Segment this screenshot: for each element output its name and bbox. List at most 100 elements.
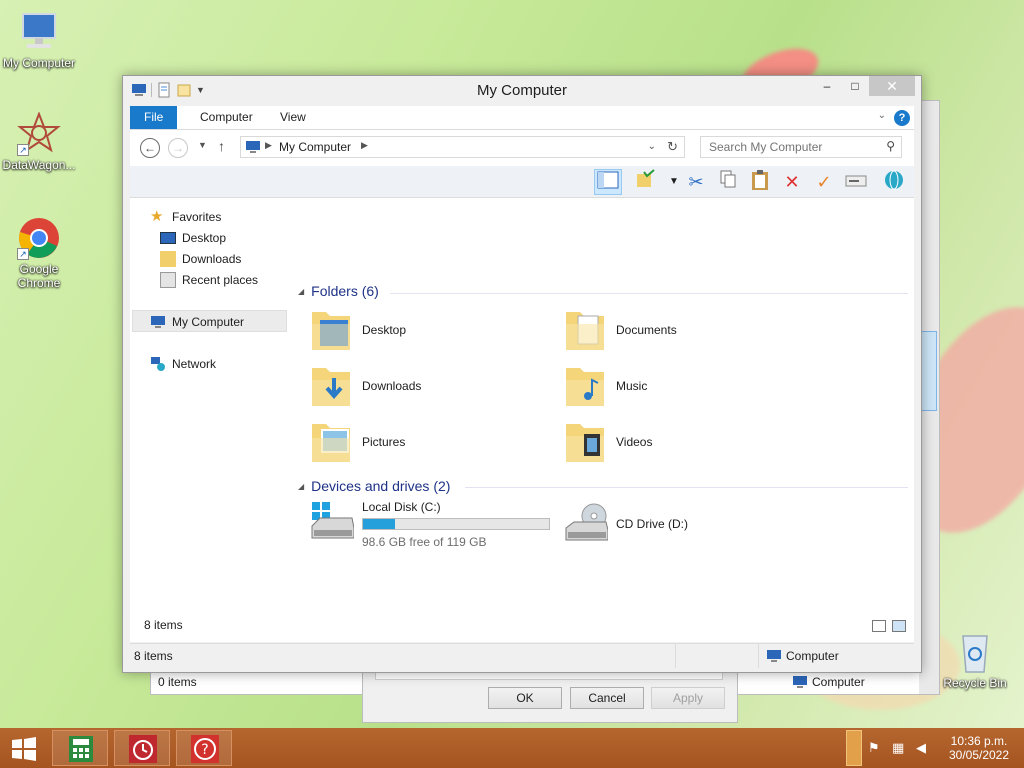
background-items-count: 0 items: [158, 675, 197, 689]
computer-icon: [151, 316, 165, 328]
preview-pane-icon[interactable]: [594, 169, 622, 195]
help-icon[interactable]: ?: [894, 110, 910, 126]
status-bar: 8 items Computer: [130, 643, 914, 668]
search-input[interactable]: [701, 137, 871, 157]
refresh-icon[interactable]: ↻: [667, 139, 678, 155]
view-toggle: [872, 620, 906, 632]
drives-group-header[interactable]: ◢ Devices and drives (2): [298, 478, 450, 494]
paste-icon[interactable]: [746, 169, 774, 195]
network-icon: [151, 357, 165, 371]
star-icon: ★: [150, 208, 164, 225]
minimize-button[interactable]: –: [813, 76, 841, 96]
alarm-clock-icon: [129, 735, 157, 763]
desktop-icon-datawagon[interactable]: ↗ DataWagon...: [0, 111, 79, 172]
nav-item-downloads[interactable]: Downloads: [160, 249, 241, 269]
close-button[interactable]: ✕: [869, 76, 915, 96]
forward-button[interactable]: →: [168, 138, 188, 158]
folder-downloads[interactable]: Downloads: [310, 360, 560, 410]
taskbar-app-alarms[interactable]: [114, 730, 170, 766]
local-disk-icon: [311, 502, 354, 539]
show-hidden-icons-button[interactable]: [846, 730, 862, 766]
navigation-bar: ← → ▼ ↑ ▶ My Computer ▶ ⌄ ↻ ⚲: [130, 130, 914, 166]
folder-music[interactable]: Music: [564, 360, 814, 410]
start-button[interactable]: [10, 736, 38, 762]
background-selection: [921, 331, 937, 411]
volume-muted-icon[interactable]: ◀: [916, 740, 932, 756]
desktop-icon-my-computer[interactable]: My Computer: [0, 10, 79, 70]
folder-documents[interactable]: Documents: [564, 304, 814, 354]
drive-local-disk-c[interactable]: Local Disk (C:) 98.6 GB free of 119 GB: [310, 498, 560, 549]
breadcrumb-chevron-icon[interactable]: ▶: [265, 140, 272, 151]
background-dialog[interactable]: OK Cancel Apply: [362, 665, 738, 723]
apply-button[interactable]: Apply: [651, 687, 725, 709]
folder-videos[interactable]: Videos: [564, 416, 814, 466]
taskbar-clock[interactable]: 10:36 p.m. 30/05/2022: [944, 734, 1014, 762]
collapse-triangle-icon[interactable]: ◢: [298, 287, 304, 296]
datawagon-icon: ↗: [17, 111, 61, 156]
taskbar-app-calculator[interactable]: [52, 730, 108, 766]
up-button[interactable]: ↑: [218, 138, 225, 154]
nav-item-network[interactable]: Network: [150, 354, 216, 374]
folder-pictures[interactable]: Pictures: [310, 416, 560, 466]
copy-icon[interactable]: [714, 169, 742, 195]
ok-button[interactable]: OK: [488, 687, 562, 709]
address-bar[interactable]: ▶ My Computer ▶ ⌄ ↻: [240, 136, 685, 158]
title-bar[interactable]: ▼ My Computer – □ ✕: [123, 76, 921, 104]
content-items-count: 8 items: [144, 618, 183, 632]
clock-time: 10:36 p.m.: [950, 734, 1008, 748]
folders-group-header[interactable]: ◢ Folders (6): [298, 283, 379, 299]
cancel-button[interactable]: Cancel: [570, 687, 644, 709]
disk-usage-fill: [363, 519, 395, 529]
desktop-icon-google-chrome[interactable]: ↗ Google Chrome: [0, 216, 79, 290]
navigation-pane: ★ Favorites Desktop Downloads Recent pla…: [130, 198, 290, 642]
music-folder-icon: [566, 368, 604, 406]
nav-item-my-computer[interactable]: My Computer: [150, 312, 244, 332]
drive-cd-d[interactable]: CD Drive (D:): [564, 498, 814, 548]
tab-view[interactable]: View: [266, 106, 320, 129]
delete-icon[interactable]: ✕: [778, 169, 806, 195]
recent-locations-icon[interactable]: ▼: [198, 140, 207, 150]
action-center-flag-icon[interactable]: ⚑: [868, 740, 884, 756]
computer-icon: [17, 10, 61, 54]
downloads-icon: [160, 251, 176, 267]
ribbon-tabs: File Computer View ⌄ ?: [130, 106, 914, 130]
group-divider: [390, 293, 908, 294]
drive-icon[interactable]: [842, 169, 870, 195]
tab-file[interactable]: File: [130, 106, 178, 129]
network-status-icon[interactable]: ▦: [892, 740, 908, 756]
maximize-button[interactable]: □: [841, 76, 869, 96]
desktop-folder-icon: [312, 312, 350, 350]
shortcut-arrow-icon: ↗: [17, 144, 29, 156]
windows-logo-icon: [12, 737, 36, 761]
details-view-icon[interactable]: [872, 620, 886, 632]
collapse-triangle-icon[interactable]: ◢: [298, 482, 304, 491]
large-icons-view-icon[interactable]: [892, 620, 906, 632]
recycle-bin-icon: [953, 630, 997, 674]
back-button[interactable]: ←: [140, 138, 160, 158]
downloads-folder-icon: [312, 368, 350, 406]
svg-text:?: ?: [201, 742, 208, 758]
search-box[interactable]: ⚲: [700, 136, 902, 158]
properties-folder-icon[interactable]: [632, 169, 660, 195]
nav-item-favorites[interactable]: ★ Favorites: [150, 207, 221, 227]
desktop-icon-recycle-bin[interactable]: Recycle Bin: [935, 630, 1015, 690]
network-globe-icon[interactable]: [880, 169, 908, 195]
breadcrumb[interactable]: My Computer: [279, 140, 351, 154]
status-divider: [758, 644, 759, 668]
cd-drive-icon: [565, 503, 608, 541]
documents-folder-icon: [566, 312, 604, 350]
tab-computer[interactable]: Computer: [186, 106, 267, 129]
search-icon[interactable]: ⚲: [886, 139, 895, 153]
breadcrumb-chevron-icon[interactable]: ▶: [361, 140, 368, 151]
nav-item-desktop[interactable]: Desktop: [160, 228, 226, 248]
rename-check-icon[interactable]: ✓: [810, 169, 838, 195]
disk-space-text: 98.6 GB free of 119 GB: [362, 535, 487, 549]
taskbar-app-help[interactable]: ?: [176, 730, 232, 766]
nav-item-recent-places[interactable]: Recent places: [160, 270, 258, 290]
command-toolbar: ▼ ✂ ✕ ✓: [130, 166, 914, 198]
explorer-window[interactable]: ▼ My Computer – □ ✕ File Computer View ⌄…: [122, 75, 922, 673]
expand-ribbon-icon[interactable]: ⌄: [878, 110, 886, 121]
cut-icon[interactable]: ✂: [682, 169, 710, 195]
folder-desktop[interactable]: Desktop: [310, 304, 560, 354]
address-dropdown-icon[interactable]: ⌄: [648, 141, 656, 152]
